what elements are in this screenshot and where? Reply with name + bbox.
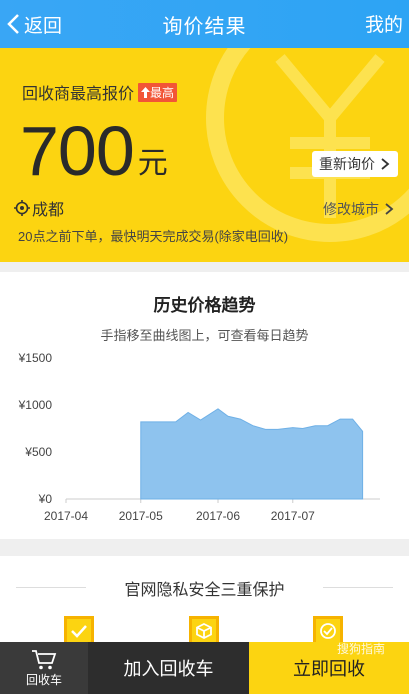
highest-badge-text: 最高 bbox=[150, 85, 175, 100]
city-indicator: 成都 bbox=[14, 196, 64, 220]
mine-link[interactable]: 我的 bbox=[365, 10, 403, 37]
add-to-cart-button[interactable]: 加入回收车 bbox=[88, 642, 249, 694]
recycle-now-button[interactable]: 立即回收 bbox=[249, 642, 409, 694]
y-tick-label: ¥0 bbox=[38, 492, 53, 506]
highest-badge: 最高 bbox=[138, 82, 178, 102]
cart-icon bbox=[32, 649, 57, 669]
watermark-text: 搜狗指南 bbox=[336, 642, 385, 656]
y-tick-label: ¥1000 bbox=[18, 398, 53, 412]
chevron-right-icon bbox=[385, 203, 394, 215]
x-tick-label: 2017-05 bbox=[119, 509, 163, 523]
x-tick-label: 2017-04 bbox=[44, 509, 88, 523]
recycle-cart-label: 回收车 bbox=[25, 672, 62, 687]
price-value: 700 bbox=[20, 112, 135, 190]
city-name: 成都 bbox=[32, 202, 65, 219]
top-bar: 返回 询价结果 我的 bbox=[0, 0, 409, 48]
x-tick-label: 2017-06 bbox=[196, 509, 240, 523]
price-display: 700 元 bbox=[20, 116, 168, 186]
change-city-link[interactable]: 修改城市 bbox=[323, 199, 395, 219]
arrow-up-icon bbox=[141, 86, 151, 98]
transaction-notice: 20点之前下单，最快明天完成交易(除家电回收) bbox=[18, 229, 289, 244]
recycle-cart-button[interactable]: 回收车 bbox=[0, 642, 88, 694]
location-icon bbox=[14, 200, 30, 216]
price-trend-card: 历史价格趋势 手指移至曲线图上，可查看每日趋势 ¥1500 ¥1000 ¥500 ¥0… bbox=[0, 272, 409, 539]
page-title: 询价结果 bbox=[162, 16, 247, 38]
x-tick-label: 2017-07 bbox=[271, 509, 315, 523]
price-trend-chart[interactable]: ¥1500 ¥1000 ¥500 ¥0 2017-04 2017-05 2017-06 201… bbox=[0, 272, 409, 539]
highest-price-text: 回收商最高报价 bbox=[22, 86, 135, 103]
y-tick-label: ¥1500 bbox=[18, 351, 53, 365]
price-unit: 元 bbox=[137, 147, 168, 180]
price-area bbox=[140, 408, 364, 500]
change-city-label: 修改城市 bbox=[323, 201, 379, 217]
privacy-title: 官网隐私安全三重保护 bbox=[124, 582, 285, 599]
y-tick-label: ¥500 bbox=[24, 445, 52, 459]
divider-right bbox=[323, 587, 393, 588]
price-panel: 回收商最高报价 最高 700 元 重新询价 成都 修改城市 20点之前下单，最快… bbox=[0, 48, 409, 262]
reinquire-label: 重新询价 bbox=[319, 156, 375, 172]
reinquire-button[interactable]: 重新询价 bbox=[312, 151, 398, 177]
highest-price-label: 回收商最高报价 最高 bbox=[22, 80, 178, 104]
chevron-right-icon bbox=[381, 158, 390, 170]
